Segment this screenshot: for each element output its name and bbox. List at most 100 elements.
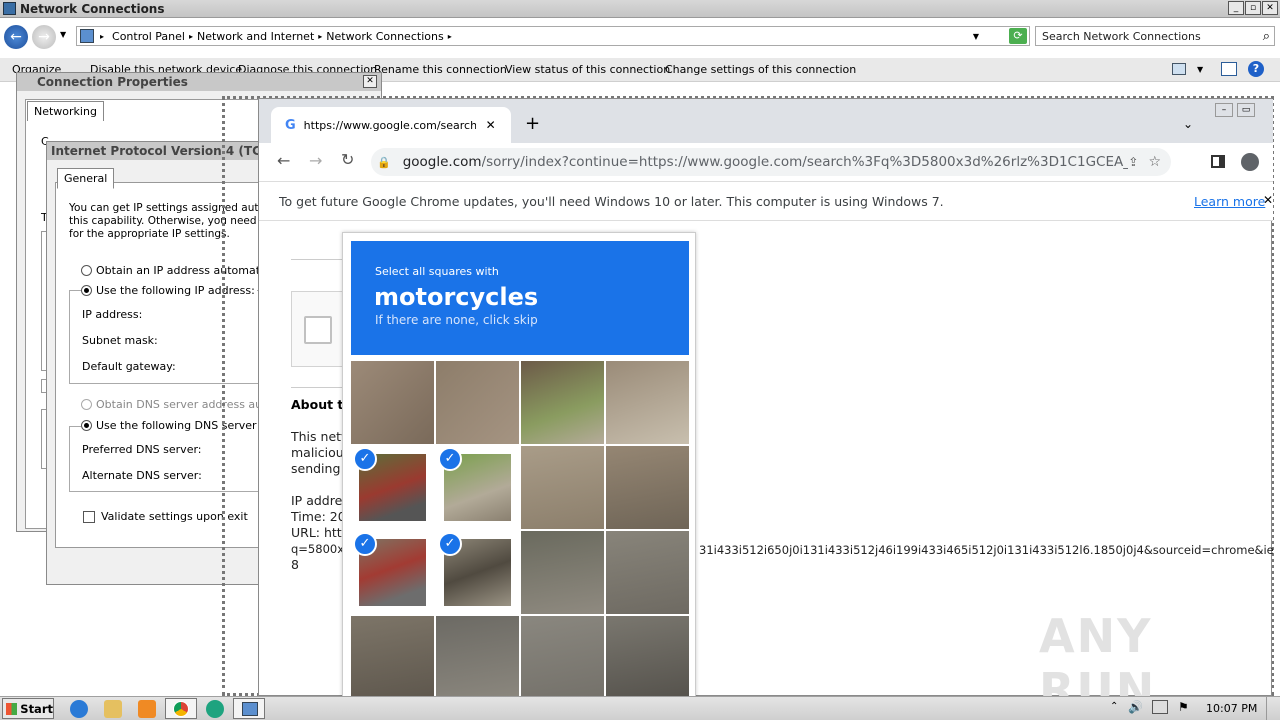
- side-panel-icon[interactable]: [1211, 155, 1225, 168]
- windows-logo-icon: [6, 702, 18, 715]
- chrome-minimize-button[interactable]: –: [1215, 103, 1233, 117]
- window-title: Network Connections: [20, 2, 165, 16]
- captcha-grid: ✓ ✓ ✓ ✓: [351, 361, 689, 699]
- bookmark-star-icon[interactable]: ☆: [1148, 154, 1161, 170]
- captcha-challenge: Select all squares with motorcycles If t…: [342, 232, 696, 702]
- search-icon[interactable]: ⌕: [1263, 29, 1270, 44]
- edge-icon[interactable]: [206, 700, 224, 718]
- checkmark-icon: ✓: [353, 532, 377, 556]
- url-continuation: 31i433i512i650j0i131i433i512j46i199i433i…: [699, 543, 1273, 557]
- captcha-hint: If there are none, click skip: [375, 313, 538, 327]
- chrome-tab[interactable]: G https://www.google.com/search?q= ✕: [271, 107, 511, 143]
- tab-close-icon[interactable]: ✕: [486, 118, 496, 132]
- taskbar: Start ⌃ 🔊 ⚑ 10:07 PM: [0, 696, 1280, 720]
- minimize-button[interactable]: _: [1228, 1, 1244, 15]
- search-input[interactable]: Search Network Connections ⌕: [1035, 26, 1275, 46]
- recaptcha-checkbox[interactable]: [304, 316, 332, 344]
- tab-search-chevron-icon[interactable]: ⌄: [1183, 117, 1193, 131]
- action-center-flag-icon[interactable]: ⚑: [1178, 700, 1189, 714]
- alternate-dns-label: Alternate DNS server:: [82, 469, 202, 482]
- control-panel-icon: [80, 29, 94, 43]
- captcha-tile[interactable]: [521, 616, 604, 699]
- view-dropdown-icon[interactable]: ▼: [1197, 65, 1203, 74]
- infobar-message: To get future Google Chrome updates, you…: [279, 194, 944, 209]
- search-placeholder: Search Network Connections: [1042, 29, 1201, 43]
- captcha-tile[interactable]: [606, 361, 689, 444]
- url-path: /sorry/index?continue=https://www.google…: [481, 154, 1129, 170]
- change-settings-button[interactable]: Change settings of this connection: [665, 63, 856, 76]
- captcha-tile[interactable]: [436, 361, 519, 444]
- url-host: google.com: [402, 154, 482, 170]
- checkmark-icon: ✓: [353, 447, 377, 471]
- profile-avatar-icon[interactable]: [1241, 153, 1259, 171]
- lock-icon: 🔒: [377, 155, 391, 169]
- address-bar[interactable]: ▸ Control Panel ▸ Network and Internet ▸…: [76, 26, 1030, 46]
- share-icon[interactable]: ⇪: [1128, 155, 1138, 169]
- chrome-tab-strip: G https://www.google.com/search?q= ✕ + ⌄…: [259, 99, 1273, 143]
- volume-icon[interactable]: 🔊: [1128, 700, 1143, 714]
- preferred-dns-label: Preferred DNS server:: [82, 443, 202, 456]
- default-gateway-label: Default gateway:: [82, 360, 176, 373]
- captcha-tile[interactable]: [521, 446, 604, 529]
- view-status-button[interactable]: View status of this connection: [505, 63, 670, 76]
- view-options-icon[interactable]: [1172, 63, 1186, 75]
- show-hidden-icons[interactable]: ⌃: [1110, 701, 1118, 712]
- chrome-icon: [173, 701, 189, 717]
- captcha-tile[interactable]: [521, 361, 604, 444]
- chrome-maximize-button[interactable]: ▭: [1237, 103, 1255, 117]
- clock[interactable]: 10:07 PM: [1206, 702, 1257, 715]
- explorer-titlebar: Network Connections _ ▫ ✕: [0, 0, 1280, 18]
- media-player-icon[interactable]: [138, 700, 156, 718]
- captcha-tile[interactable]: [351, 361, 434, 444]
- omnibox[interactable]: 🔒 google.com /sorry/index?continue=https…: [371, 148, 1171, 176]
- breadcrumb-control-panel[interactable]: Control Panel: [112, 30, 185, 43]
- update-infobar: To get future Google Chrome updates, you…: [259, 181, 1273, 221]
- close-button[interactable]: ✕: [1262, 1, 1278, 15]
- reload-icon[interactable]: ↻: [341, 150, 354, 169]
- preview-pane-icon[interactable]: [1221, 62, 1237, 76]
- start-button[interactable]: Start: [2, 698, 54, 719]
- captcha-tile[interactable]: [606, 446, 689, 529]
- rename-button[interactable]: Rename this connection: [374, 63, 507, 76]
- breadcrumb-network-internet[interactable]: Network and Internet: [197, 30, 314, 43]
- captcha-tile[interactable]: [521, 531, 604, 614]
- refresh-icon[interactable]: ⟳: [1009, 28, 1027, 44]
- network-tray-icon[interactable]: [1152, 700, 1168, 714]
- breadcrumb-network-connections[interactable]: Network Connections: [326, 30, 443, 43]
- file-explorer-icon[interactable]: [104, 700, 122, 718]
- show-desktop-button[interactable]: [1266, 697, 1280, 720]
- checkmark-icon: ✓: [438, 532, 462, 556]
- close-button[interactable]: ✕: [363, 75, 377, 88]
- forward-arrow-icon[interactable]: →: [32, 25, 56, 49]
- learn-more-link[interactable]: Learn more: [1194, 194, 1265, 209]
- chrome-taskbar-button[interactable]: [165, 698, 197, 719]
- tab-title: https://www.google.com/search?q=: [303, 118, 476, 132]
- help-icon[interactable]: ?: [1248, 61, 1264, 77]
- address-dropdown-icon[interactable]: ▼: [973, 32, 979, 41]
- captcha-instruction: Select all squares with: [375, 265, 499, 278]
- captcha-header: Select all squares with motorcycles If t…: [351, 241, 689, 355]
- forward-icon[interactable]: →: [309, 151, 322, 170]
- infobar-close-icon[interactable]: ✕: [1263, 193, 1273, 207]
- ip-address-label: IP address:: [82, 308, 143, 321]
- tab-general[interactable]: General: [57, 168, 115, 189]
- network-window-icon: [242, 702, 258, 716]
- captcha-tile[interactable]: [436, 616, 519, 699]
- captcha-target: motorcycles: [374, 283, 539, 311]
- history-dropdown-icon[interactable]: ▼: [60, 30, 66, 39]
- new-tab-icon[interactable]: +: [525, 113, 540, 134]
- restore-button[interactable]: ▫: [1245, 1, 1261, 15]
- network-folder-icon: [3, 2, 16, 15]
- dialog-title: Connection Properties: [17, 73, 381, 91]
- recaptcha-box: [291, 291, 343, 367]
- tab-networking[interactable]: Networking: [27, 101, 104, 121]
- request-details: IP addres Time: 20 URL: http q=5800x 8: [291, 493, 350, 572]
- back-icon[interactable]: ←: [277, 151, 290, 170]
- back-arrow-icon[interactable]: ←: [4, 25, 28, 49]
- captcha-tile[interactable]: [351, 616, 434, 699]
- checkmark-icon: ✓: [438, 447, 462, 471]
- internet-explorer-icon[interactable]: [70, 700, 88, 718]
- network-taskbar-button[interactable]: [233, 698, 265, 719]
- captcha-tile[interactable]: [606, 531, 689, 614]
- captcha-tile[interactable]: [606, 616, 689, 699]
